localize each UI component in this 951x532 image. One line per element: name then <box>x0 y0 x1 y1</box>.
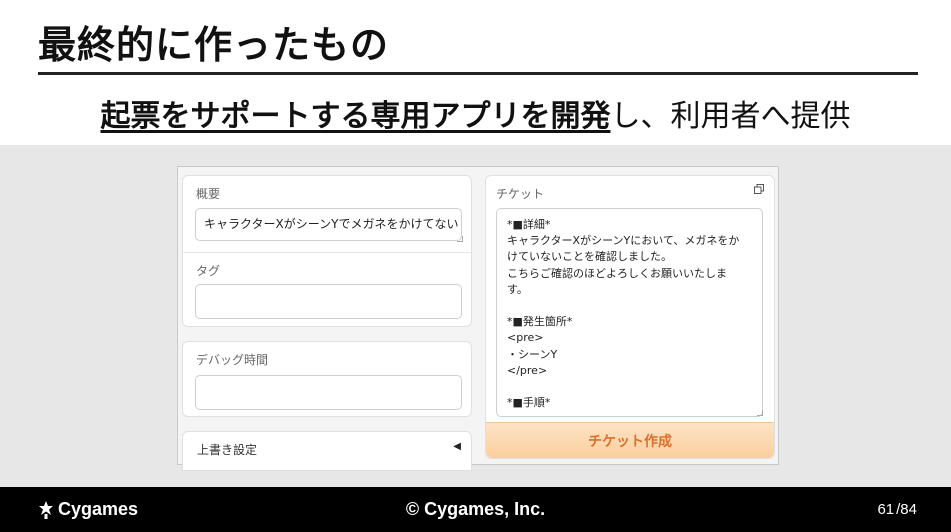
tag-divider <box>183 252 471 253</box>
app-screenshot: 概要 キャラクターXがシーンYでメガネをかけてない タグ デバッグ時間 上書き設… <box>177 166 779 471</box>
subtitle-emphasis: 起票をサポートする専用アプリを開発 <box>100 99 611 134</box>
footer-copyright: © Cygames, Inc. <box>405 499 546 519</box>
create-ticket-button[interactable]: チケット作成 <box>486 422 774 458</box>
ticket-label: チケット <box>496 187 545 201</box>
ticket-line: ・シーンY <box>507 347 558 361</box>
ticket-resize-grip[interactable] <box>757 410 763 416</box>
ticket-line: *■詳細* <box>507 218 551 231</box>
ticket-line: キャラクターXがシーンYにおいて、メガネをか <box>507 234 740 248</box>
ticket-line: <pre> <box>507 331 544 345</box>
summary-tag-card: 概要 キャラクターXがシーンYでメガネをかけてない タグ <box>182 175 472 327</box>
copy-icon[interactable] <box>754 184 764 194</box>
ticket-line <box>507 298 752 314</box>
override-settings-label: 上書き設定 <box>197 443 258 457</box>
ticket-line: こちらご確認のほどよろしくお願いいたしま <box>507 266 727 280</box>
slide-subtitle: 起票をサポートする専用アプリを開発 し、利用者へ提供 <box>0 90 951 136</box>
title-rule <box>38 72 918 75</box>
debug-time-input[interactable] <box>195 375 462 410</box>
page-number: 61/84 <box>877 501 917 518</box>
summary-label: 概要 <box>196 187 221 201</box>
summary-input[interactable]: キャラクターXがシーンYでメガネをかけてない <box>195 208 462 241</box>
tag-label: タグ <box>196 264 221 278</box>
override-settings-row[interactable]: 上書き設定 ◀ <box>182 431 472 471</box>
ticket-line <box>507 379 752 395</box>
summary-resize-grip[interactable] <box>457 236 463 242</box>
ticket-card: チケット *■詳細* キャラクターXがシーンYにおいて、メガネをか けていないことを… <box>485 175 775 459</box>
ticket-line: す。 <box>507 282 528 296</box>
subtitle-rest: し、利用者へ提供 <box>610 99 851 134</box>
triangle-left-icon[interactable]: ◀ <box>453 441 461 452</box>
slide-title: 最終的に作ったもの <box>38 23 390 67</box>
ticket-line: けていないことを確認しました。 <box>507 250 672 264</box>
ticket-line: *■発生箇所* <box>507 315 573 329</box>
ticket-line: </pre> <box>507 363 548 377</box>
footer-bar: Cygames © Cygames, Inc. 61/84 <box>0 487 951 532</box>
page-current: 61 <box>877 501 895 518</box>
debug-time-card: デバッグ時間 <box>182 341 472 417</box>
debug-time-label: デバッグ時間 <box>196 353 269 367</box>
page-total: /84 <box>896 501 917 518</box>
ticket-line: *■手順* <box>507 396 551 410</box>
ticket-textarea[interactable]: *■詳細* キャラクターXがシーンYにおいて、メガネをか けていないことを確認しまし… <box>496 208 763 417</box>
tag-input[interactable] <box>195 284 462 319</box>
